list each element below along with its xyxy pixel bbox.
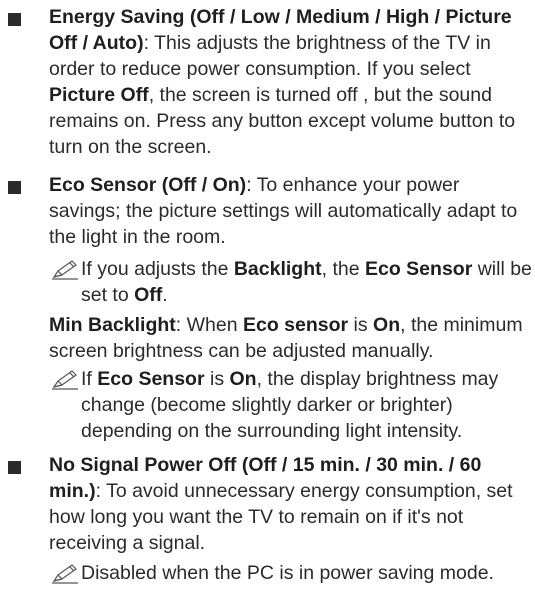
eco-note-brightness-text: If Eco Sensor is On, the display brightn… [81,368,499,442]
pencil-note-icon [52,370,78,390]
eco-sensor-title: Eco Sensor (Off / On) [49,174,247,196]
min-backlight-text: Min Backlight: When Eco sensor is On, th… [49,314,523,362]
square-bullet-icon [8,461,21,474]
eco-note-backlight-text: If you adjusts the Backlight, the Eco Se… [81,258,532,306]
pencil-note-icon [52,260,78,280]
manual-page: Energy Saving (Off / Low / Medium / High… [0,0,535,589]
energy-saving-text: Energy Saving (Off / Low / Medium / High… [49,6,516,158]
no-signal-text: No Signal Power Off (Off / 15 min. / 30 … [49,454,513,554]
pencil-note-icon [52,564,78,584]
eco-sensor-text: Eco Sensor (Off / On): To enhance your p… [49,174,518,248]
no-signal-note-text: Disabled when the PC is in power saving … [81,562,494,584]
square-bullet-icon [8,181,21,194]
square-bullet-icon [8,13,21,26]
